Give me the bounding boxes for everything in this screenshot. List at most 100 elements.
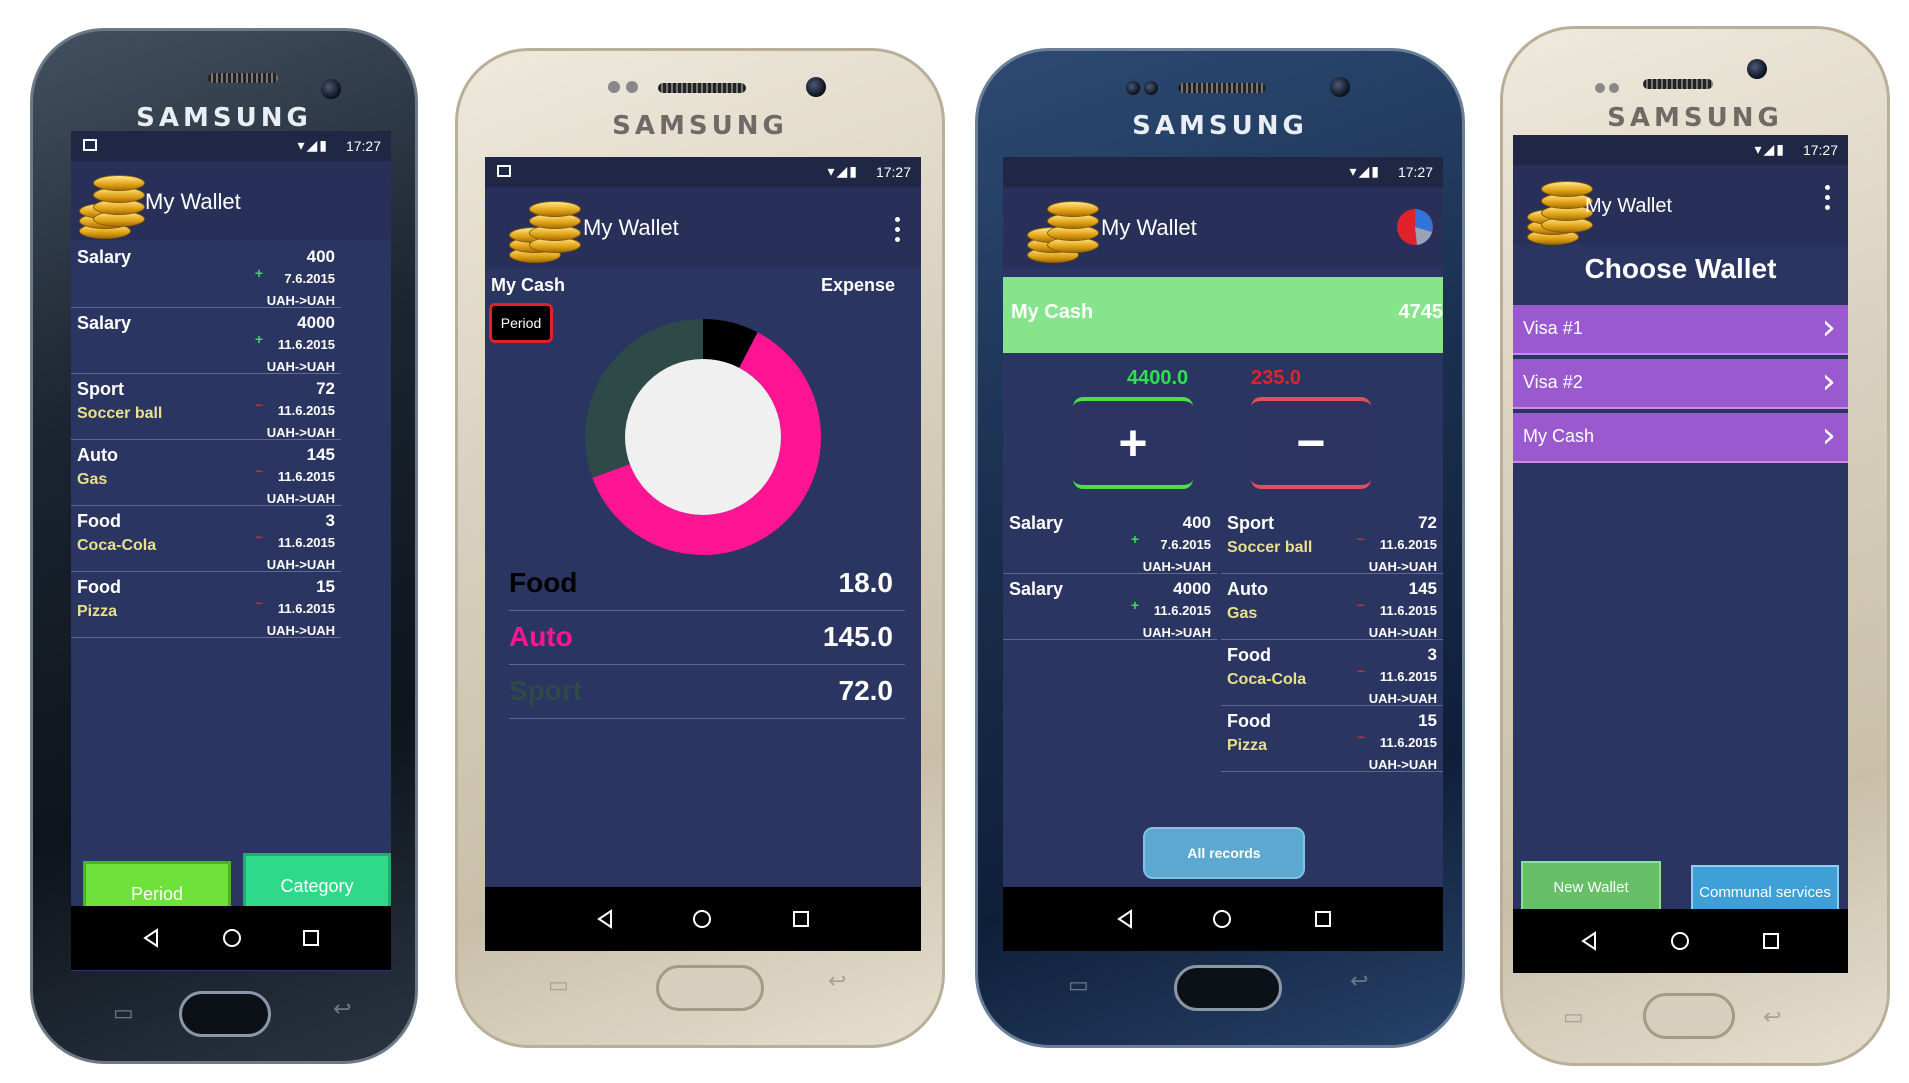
record-row[interactable]: Salary 4000 11.6.2015 UAH->UAH +	[1003, 573, 1217, 640]
screen-chart: ▾◢▮ 17:27 My Wallet My Cash Expense Peri…	[485, 157, 921, 887]
back-key-icon[interactable]: ↩	[1350, 969, 1368, 994]
home-icon[interactable]	[693, 910, 711, 928]
home-icon[interactable]	[1671, 932, 1689, 950]
status-bar: ▾◢▮ 17:27	[1513, 135, 1848, 165]
record-amount: 4000	[297, 313, 335, 332]
recent-apps-key-icon[interactable]: ▭	[1068, 973, 1089, 998]
record-subcategory: Coca-Cola	[1227, 671, 1307, 688]
record-date: 11.6.2015	[1379, 669, 1437, 684]
home-key[interactable]	[1174, 965, 1282, 1011]
add-income-button[interactable]: +	[1073, 397, 1193, 489]
recents-icon[interactable]	[793, 911, 809, 927]
record-row[interactable]: Food Coca-Cola 3 11.6.2015 UAH->UAH −	[1221, 639, 1443, 706]
record-amount: 3	[1427, 645, 1437, 664]
wallet-item-label: My Cash	[1523, 426, 1595, 446]
record-amount: 15	[316, 577, 335, 596]
app-title: My Wallet	[583, 215, 679, 240]
records-list[interactable]: Salary 400 7.6.2015 UAH->UAH + Salary 4000 11.6…	[71, 241, 391, 731]
home-icon[interactable]	[1213, 910, 1231, 928]
overflow-menu-icon[interactable]	[895, 217, 901, 247]
back-key-icon[interactable]: ↩	[333, 997, 351, 1022]
record-row[interactable]: Salary 4000 11.6.2015 UAH->UAH +	[71, 307, 341, 374]
record-row[interactable]: Food Pizza 15 11.6.2015 UAH->UAH −	[1221, 705, 1443, 772]
expense-list[interactable]: Sport Soccer ball 72 11.6.2015 UAH->UAH − Auto…	[1221, 507, 1443, 837]
phone-3: SAMSUNG ▾◢▮ 17:27 My Wallet My Cash 4745…	[975, 48, 1465, 1048]
back-icon[interactable]	[1579, 931, 1599, 951]
brand-logo: SAMSUNG	[1132, 111, 1308, 141]
record-row[interactable]: Auto Gas 145 11.6.2015 UAH->UAH −	[1221, 573, 1443, 640]
recents-icon[interactable]	[1763, 933, 1779, 949]
period-button[interactable]: Period	[489, 303, 553, 343]
record-category: Salary	[1009, 579, 1064, 599]
income-list[interactable]: Salary 400 7.6.2015 UAH->UAH + Salary 4000 11.6…	[1003, 507, 1218, 707]
record-date: 11.6.2015	[277, 337, 335, 352]
legend-row[interactable]: Auto 145.0	[509, 611, 905, 665]
record-category: Food	[1227, 711, 1271, 731]
back-key-icon[interactable]: ↩	[828, 969, 846, 994]
legend-value: 18.0	[838, 567, 894, 598]
record-date: 11.6.2015	[277, 535, 335, 550]
home-key[interactable]	[179, 991, 271, 1037]
record-category: Salary	[77, 247, 132, 267]
record-amount: 145	[1408, 579, 1437, 598]
back-icon[interactable]	[1115, 909, 1135, 929]
sensor-dot	[1595, 83, 1605, 93]
front-camera	[1747, 59, 1767, 79]
record-subcategory: Pizza	[77, 603, 118, 620]
home-key[interactable]	[1643, 993, 1735, 1039]
record-category: Food	[77, 577, 121, 597]
recent-apps-key-icon[interactable]: ▭	[548, 973, 569, 998]
add-expense-button[interactable]: −	[1251, 397, 1371, 489]
legend-row[interactable]: Food 18.0	[509, 557, 905, 611]
record-row[interactable]: Salary 400 7.6.2015 UAH->UAH +	[71, 241, 341, 308]
nav-bar	[71, 906, 391, 970]
record-currency: UAH->UAH	[1368, 625, 1437, 640]
nav-bar	[1003, 887, 1443, 951]
record-amount: 400	[1182, 513, 1211, 532]
signal-icons: ▾◢▮	[1754, 141, 1786, 157]
expense-marker-icon: −	[254, 397, 263, 413]
screen-records: ▾◢▮ 17:27 My Wallet Salary 400 7.6.2015 UAH…	[71, 131, 391, 971]
all-records-button[interactable]: All records	[1143, 827, 1305, 879]
record-row[interactable]: Auto Gas 145 11.6.2015 UAH->UAH −	[71, 439, 341, 506]
overflow-menu-icon[interactable]	[1825, 185, 1831, 215]
legend-value: 145.0	[822, 621, 893, 652]
record-amount: 72	[1418, 513, 1437, 532]
legend-row[interactable]: Sport 72.0	[509, 665, 905, 719]
wallet-balance-bar[interactable]: My Cash 4745	[1003, 277, 1443, 353]
record-row[interactable]: Sport Soccer ball 72 11.6.2015 UAH->UAH −	[71, 373, 341, 440]
app-bar: My Wallet	[1003, 187, 1443, 267]
recent-apps-key-icon[interactable]: ▭	[113, 1001, 134, 1026]
chevron-right-icon: ›	[1821, 361, 1836, 402]
record-row[interactable]: Salary 400 7.6.2015 UAH->UAH +	[1003, 507, 1217, 574]
wallet-item[interactable]: Visa #2 ›	[1513, 359, 1848, 409]
wallet-item[interactable]: Visa #1 ›	[1513, 305, 1848, 355]
status-time: 17:27	[1397, 164, 1433, 180]
record-row[interactable]: Sport Soccer ball 72 11.6.2015 UAH->UAH −	[1221, 507, 1443, 574]
recents-icon[interactable]	[1315, 911, 1331, 927]
back-key-icon[interactable]: ↩	[1763, 1005, 1781, 1030]
back-icon[interactable]	[141, 928, 161, 948]
wallet-item[interactable]: My Cash ›	[1513, 413, 1848, 463]
expense-marker-icon: −	[1356, 663, 1365, 679]
new-wallet-button[interactable]: New Wallet	[1521, 861, 1661, 913]
record-currency: UAH->UAH	[266, 293, 335, 308]
legend-category: Food	[509, 567, 578, 598]
wallet-item-label: Visa #2	[1523, 372, 1583, 392]
record-row[interactable]: Food Pizza 15 11.6.2015 UAH->UAH −	[71, 571, 341, 638]
record-row[interactable]: Food Coca-Cola 3 11.6.2015 UAH->UAH −	[71, 505, 341, 572]
recents-icon[interactable]	[303, 930, 319, 946]
signal-icons: ▾◢▮	[1349, 163, 1381, 179]
pie-chart-icon[interactable]	[1395, 207, 1435, 247]
home-icon[interactable]	[223, 929, 241, 947]
chart-legend: Food 18.0 Auto 145.0 Sport 72.0	[509, 557, 905, 719]
back-icon[interactable]	[595, 909, 615, 929]
app-title: My Wallet	[1585, 195, 1673, 217]
record-category: Salary	[77, 313, 132, 333]
home-key[interactable]	[656, 965, 764, 1011]
coins-icon	[79, 175, 145, 239]
coins-icon	[1027, 197, 1099, 263]
status-bar: ▾◢▮ 17:27	[71, 131, 391, 161]
front-camera	[321, 79, 341, 99]
recent-apps-key-icon[interactable]: ▭	[1563, 1005, 1584, 1030]
